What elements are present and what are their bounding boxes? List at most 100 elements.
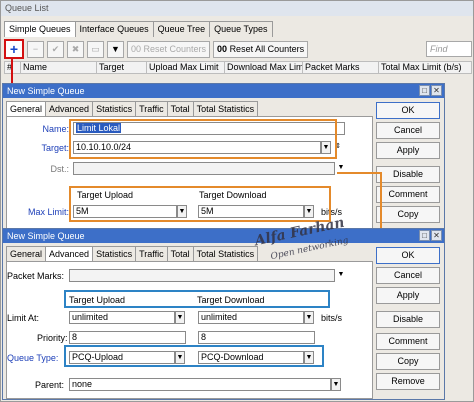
- copy-button[interactable]: Copy: [376, 353, 440, 370]
- orange-connector: [337, 172, 382, 174]
- tab-interface-queues[interactable]: Interface Queues: [74, 21, 154, 37]
- tab-advanced[interactable]: Advanced: [45, 246, 94, 261]
- priority-upload-input[interactable]: 8: [69, 331, 186, 344]
- tab-statistics[interactable]: Statistics: [92, 101, 137, 116]
- target-input[interactable]: 10.10.10.0/24: [73, 141, 321, 154]
- queue-type-download-dropdown-icon[interactable]: ▼: [304, 351, 314, 364]
- dialog-tabs: General Advanced Statistics Traffic Tota…: [6, 101, 259, 116]
- dialog-title-text: New Simple Queue: [7, 86, 85, 96]
- tab-queue-types[interactable]: Queue Types: [209, 21, 273, 37]
- unit-label: bits/s: [321, 313, 343, 323]
- parent-label: Parent:: [35, 380, 65, 390]
- upload-dropdown-icon[interactable]: ▼: [177, 205, 187, 218]
- max-limit-label: Max Limit:: [27, 207, 69, 217]
- max-limit-upload-input[interactable]: 5M: [73, 205, 177, 218]
- queue-type-upload-select[interactable]: PCQ-Upload: [69, 351, 175, 364]
- disable-button[interactable]: Disable: [376, 166, 440, 183]
- apply-button[interactable]: Apply: [376, 287, 440, 304]
- restore-icon[interactable]: □: [419, 85, 430, 96]
- window-controls: □ ✕: [419, 230, 442, 241]
- limit-at-upload-dropdown-icon[interactable]: ▼: [175, 311, 185, 324]
- reset-counters-button[interactable]: 00 Reset Counters: [127, 40, 211, 58]
- filter-icon[interactable]: ▼: [107, 40, 124, 58]
- find-input[interactable]: Find: [426, 41, 472, 57]
- target-upload-label: Target Upload: [77, 190, 134, 200]
- parent-dropdown-icon[interactable]: ▼: [331, 378, 341, 391]
- column-header[interactable]: Packet Marks: [303, 62, 379, 73]
- column-header[interactable]: Total Max Limit (b/s): [379, 62, 471, 73]
- apply-button[interactable]: Apply: [376, 142, 440, 159]
- tab-total[interactable]: Total: [166, 101, 194, 116]
- limit-at-download-input[interactable]: unlimited: [198, 311, 304, 324]
- packet-marks-dropdown-icon[interactable]: ▼: [336, 269, 346, 282]
- name-input[interactable]: Limit Lokal: [73, 122, 345, 135]
- tab-simple-queues[interactable]: Simple Queues: [4, 21, 76, 37]
- column-header[interactable]: Upload Max Limit: [147, 62, 225, 73]
- dialog-title-text: New Simple Queue: [7, 231, 85, 241]
- tab-traffic[interactable]: Traffic: [135, 246, 168, 261]
- ok-button[interactable]: OK: [376, 247, 440, 264]
- limit-at-download-dropdown-icon[interactable]: ▼: [304, 311, 314, 324]
- queue-type-upload-dropdown-icon[interactable]: ▼: [175, 351, 185, 364]
- cancel-button[interactable]: Cancel: [376, 267, 440, 284]
- close-icon[interactable]: ✕: [431, 230, 442, 241]
- reset-all-counters-label: Reset All Counters: [229, 44, 305, 54]
- tab-advanced[interactable]: Advanced: [45, 101, 94, 116]
- packet-marks-label: Packet Marks:: [7, 271, 65, 281]
- enable-icon[interactable]: ✔: [47, 40, 64, 58]
- target-label: Target:: [41, 143, 69, 153]
- tab-traffic[interactable]: Traffic: [135, 101, 168, 116]
- reset-all-counters-icon: 00: [217, 44, 230, 54]
- toolbar: + − ✔ ✖ ▭ ▼ 00 Reset Counters 00 Reset A…: [4, 39, 472, 59]
- priority-label: Priority:: [37, 333, 68, 343]
- column-header[interactable]: Target: [97, 62, 147, 73]
- tab-total-statistics[interactable]: Total Statistics: [192, 246, 259, 261]
- target-dropdown-icon[interactable]: ▼: [321, 141, 331, 154]
- parent-select[interactable]: none: [69, 378, 331, 391]
- dialog-title: New Simple Queue □ ✕: [3, 229, 444, 243]
- add-button[interactable]: +: [4, 39, 24, 59]
- packet-marks-input[interactable]: [69, 269, 335, 282]
- limit-at-label: Limit At:: [7, 313, 40, 323]
- tab-general[interactable]: General: [6, 101, 47, 116]
- name-value: Limit Lokal: [76, 123, 122, 133]
- tab-general[interactable]: General: [6, 246, 47, 261]
- cancel-button[interactable]: Cancel: [376, 122, 440, 139]
- window-controls: □ ✕: [419, 85, 442, 96]
- queue-type-label: Queue Type:: [7, 353, 59, 363]
- restore-icon[interactable]: □: [419, 230, 430, 241]
- dst-label: Dst.:: [50, 164, 69, 174]
- max-limit-download-input[interactable]: 5M: [198, 205, 304, 218]
- remove-icon[interactable]: −: [27, 40, 44, 58]
- disable-icon[interactable]: ✖: [67, 40, 84, 58]
- new-simple-queue-advanced-dialog: New Simple Queue □ ✕ General Advanced Sta…: [2, 228, 445, 400]
- dialog-tabs: General Advanced Statistics Traffic Tota…: [6, 246, 259, 261]
- dst-input[interactable]: [73, 162, 335, 175]
- window-title: Queue List: [1, 1, 473, 16]
- priority-download-input[interactable]: 8: [198, 331, 315, 344]
- comment-button[interactable]: Comment: [376, 333, 440, 350]
- column-header[interactable]: Name: [21, 62, 97, 73]
- target-add-icon[interactable]: ⇕: [333, 141, 343, 154]
- comment-icon[interactable]: ▭: [87, 40, 104, 58]
- reset-all-counters-button[interactable]: 00 Reset All Counters: [213, 40, 309, 58]
- table-header: # Name Target Upload Max Limit Download …: [4, 61, 472, 74]
- tab-total[interactable]: Total: [166, 246, 194, 261]
- new-simple-queue-general-dialog: New Simple Queue □ ✕ General Advanced Sta…: [2, 83, 445, 233]
- download-dropdown-icon[interactable]: ▼: [304, 205, 314, 218]
- target-download-label: Target Download: [199, 190, 267, 200]
- remove-button[interactable]: Remove: [376, 373, 440, 390]
- tab-total-statistics[interactable]: Total Statistics: [192, 101, 259, 116]
- tab-queue-tree[interactable]: Queue Tree: [152, 21, 211, 37]
- comment-button[interactable]: Comment: [376, 186, 440, 203]
- queue-type-download-select[interactable]: PCQ-Download: [198, 351, 304, 364]
- limit-at-upload-input[interactable]: unlimited: [69, 311, 175, 324]
- copy-button[interactable]: Copy: [376, 206, 440, 223]
- close-icon[interactable]: ✕: [431, 85, 442, 96]
- name-label: Name:: [42, 124, 69, 134]
- column-header[interactable]: Download Max Limit: [225, 62, 303, 73]
- column-header[interactable]: #: [5, 62, 21, 73]
- ok-button[interactable]: OK: [376, 102, 440, 119]
- tab-statistics[interactable]: Statistics: [92, 246, 137, 261]
- disable-button[interactable]: Disable: [376, 311, 440, 328]
